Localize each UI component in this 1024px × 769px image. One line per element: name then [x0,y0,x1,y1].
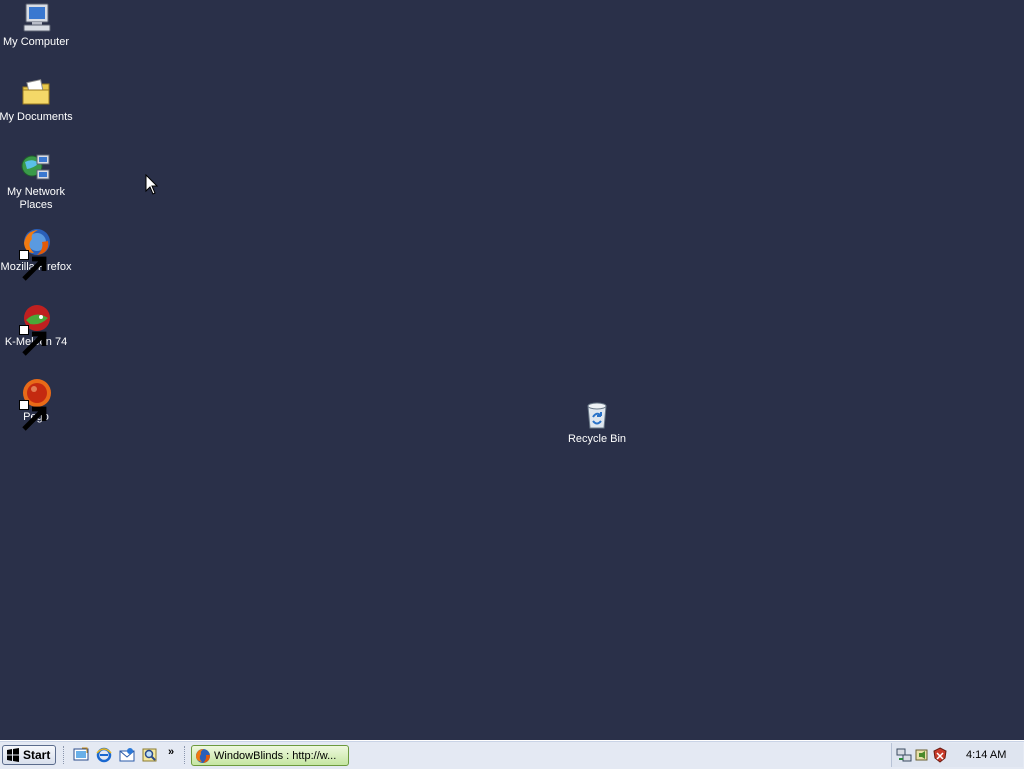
taskbar-separator [184,746,187,764]
start-button[interactable]: Start [2,745,56,765]
desktop-icon-my-network-places[interactable]: My Network Places [0,152,74,212]
firefox-icon [19,227,52,281]
folder-documents-icon [20,77,52,109]
shortcut-arrow-icon [19,400,47,431]
pego-icon [19,377,52,431]
taskbar-window-label: WindowBlinds : http://w... [214,749,337,762]
desktop-icon-my-documents[interactable]: My Documents [0,77,74,124]
show-desktop-icon[interactable] [73,747,89,763]
network-places-icon [20,152,52,184]
clock[interactable]: 4:14 AM [966,749,1006,761]
recycle-bin-icon [581,399,613,431]
desktop-icon-my-computer[interactable]: My Computer [0,2,74,49]
internet-explorer-icon[interactable] [96,747,112,763]
computer-icon [20,2,52,34]
desktop-icon-pego[interactable]: Pego [0,377,74,431]
desktop-icon-k-meleon[interactable]: K-Meleon 74 [0,302,74,356]
taskbar-separator [63,746,66,764]
search-icon[interactable] [142,747,158,763]
volume-icon[interactable] [914,747,930,763]
desktop-icon-label: My Computer [2,36,70,48]
shortcut-arrow-icon [19,250,47,281]
security-alert-icon[interactable] [932,747,948,763]
taskbar: Start » WindowBlinds : http://w... 4:14 … [0,740,1024,769]
network-status-icon[interactable] [896,747,912,763]
start-label: Start [23,748,51,762]
desktop-icon-label: My Documents [0,111,73,123]
desktop-icon-mozilla-firefox[interactable]: Mozilla Firefox [0,227,74,281]
quick-launch-more-chevron[interactable]: » [168,746,174,758]
shortcut-arrow-icon [19,325,47,356]
desktop-icon-recycle-bin[interactable]: Recycle Bin [559,399,635,446]
firefox-icon [196,748,210,763]
k-meleon-icon [19,302,52,356]
system-tray: 4:14 AM [891,743,1023,767]
mouse-pointer-icon [145,174,159,195]
taskbar-window-button[interactable]: WindowBlinds : http://w... [191,745,349,766]
windows-logo-icon [7,748,19,762]
outlook-express-icon[interactable] [119,747,135,763]
desktop-icon-label: My Network Places [6,186,66,211]
desktop-icon-label: Recycle Bin [567,433,627,445]
